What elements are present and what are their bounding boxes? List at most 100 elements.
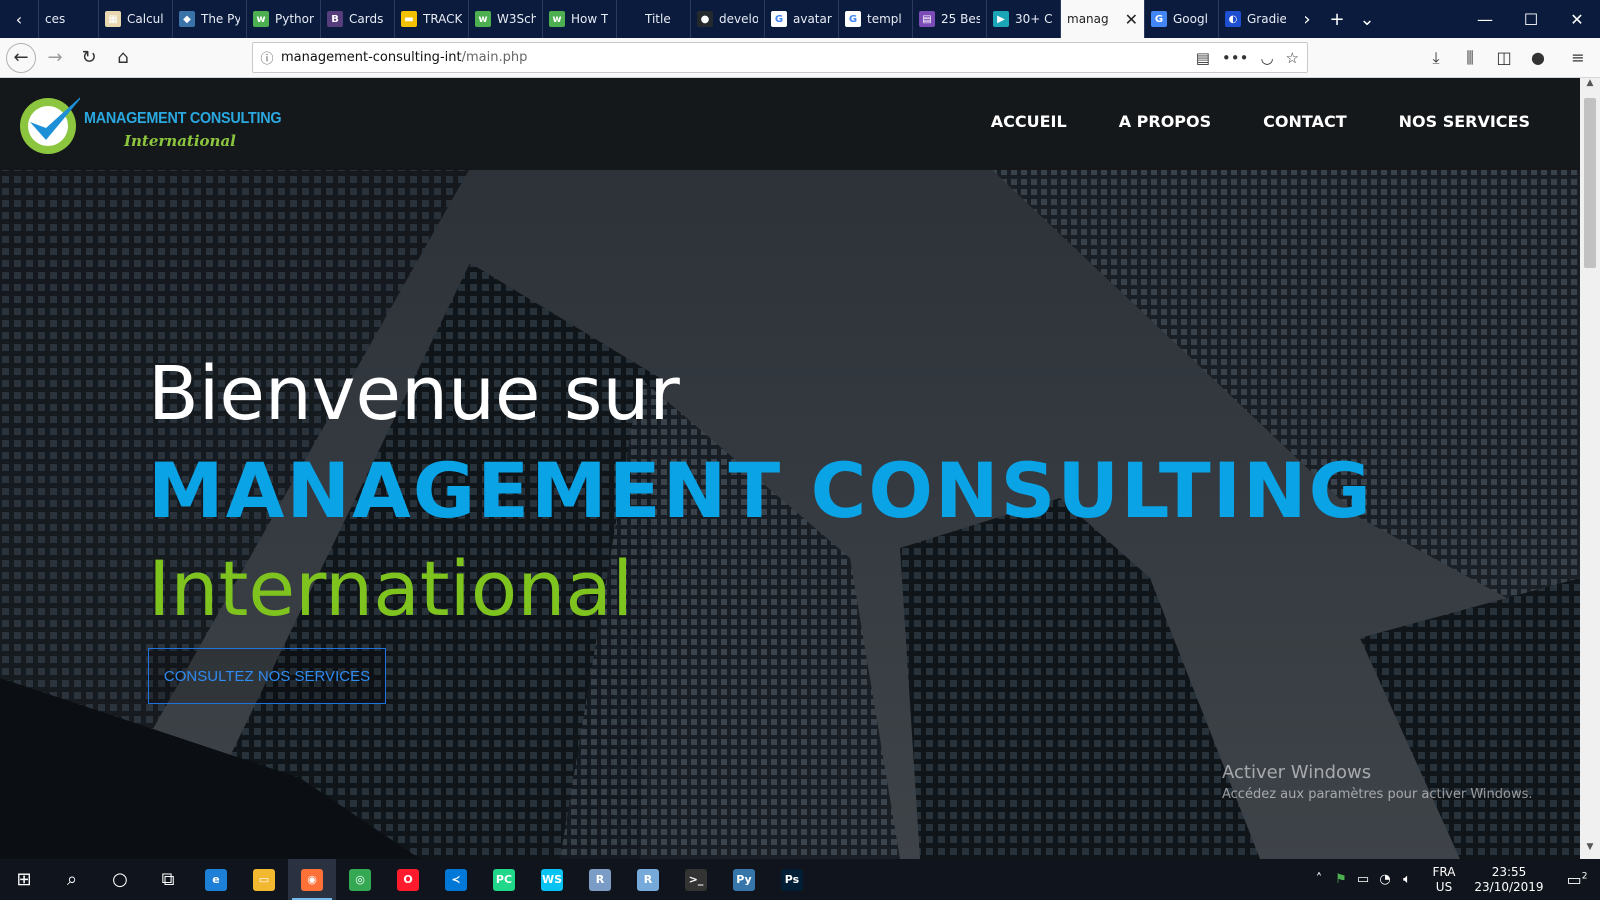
library-icon[interactable]: ⫼ <box>1458 48 1482 68</box>
tab-title: avatar <box>793 12 832 26</box>
tray-overflow-chevron-icon[interactable]: ˄ <box>1308 872 1330 887</box>
menu-item-nos-services[interactable]: NOS SERVICES <box>1399 112 1530 131</box>
search-icon[interactable]: ⌕ <box>48 859 96 900</box>
menu-hamburger-icon[interactable]: ≡ <box>1566 48 1590 67</box>
browser-tab[interactable]: ◐ Gradie <box>1218 0 1292 38</box>
page-scrollbar[interactable]: ▲ ▼ <box>1580 78 1600 859</box>
cortana-icon[interactable]: ○ <box>96 859 144 900</box>
tab-scroll-right-icon[interactable]: › <box>1292 0 1322 38</box>
explorer-taskbar-icon[interactable]: ▭ <box>240 859 288 900</box>
clock-time: 23:55 <box>1491 864 1527 879</box>
task-view-icon[interactable]: ⧉ <box>144 859 192 900</box>
browser-tab[interactable]: ▬ TRACK <box>394 0 468 38</box>
photoshop-taskbar-icon[interactable]: Ps <box>768 859 816 900</box>
url-host: management-consulting-int <box>281 50 462 65</box>
scroll-down-arrow-icon[interactable]: ▼ <box>1580 842 1600 859</box>
opera-taskbar-icon[interactable]: O <box>384 859 432 900</box>
tab-title: Title <box>645 12 671 26</box>
tab-list: ‹ ces ▦ Calcul ◆ The Py w Python B Cards ▬ TRACK w W3… <box>0 0 1292 38</box>
tab-title: 30+ C <box>1015 12 1053 26</box>
tab-title: templ <box>867 12 902 26</box>
photoshop-icon: Ps <box>781 868 803 891</box>
browser-tab[interactable]: ▦ Calcul <box>98 0 172 38</box>
r-taskbar-icon[interactable]: R <box>576 859 624 900</box>
flag-icon[interactable]: ⚑ <box>1330 872 1352 887</box>
browser-tab[interactable]: Title <box>616 0 690 38</box>
pocket-icon[interactable]: ◡ <box>1260 49 1273 67</box>
close-tab-icon[interactable]: ✕ <box>1125 10 1138 29</box>
new-tab-button[interactable]: + <box>1322 0 1352 38</box>
browser-tab[interactable]: B Cards <box>320 0 394 38</box>
vscode-taskbar-icon[interactable]: ≺ <box>432 859 480 900</box>
browser-tab[interactable]: w How T <box>542 0 616 38</box>
consult-services-button[interactable]: CONSULTEZ NOS SERVICES <box>148 648 386 704</box>
firefox-taskbar-icon[interactable]: ◉ <box>288 859 336 900</box>
volume-icon[interactable]: 🔈︎ <box>1396 872 1418 887</box>
browser-tab[interactable]: ◆ The Py <box>172 0 246 38</box>
menu-item-contact[interactable]: CONTACT <box>1263 112 1346 131</box>
list-tabs-chevron-icon[interactable]: ⌄ <box>1352 0 1382 38</box>
browser-tab[interactable]: w Python <box>246 0 320 38</box>
tab-favicon-icon: w <box>549 11 565 27</box>
tab-title: Googl <box>1173 12 1208 26</box>
page-actions-icon[interactable]: ••• <box>1222 49 1249 67</box>
browser-tab[interactable]: Gavatar <box>764 0 838 38</box>
browser-tab[interactable]: ▤ 25 Bes <box>912 0 986 38</box>
browser-tab[interactable]: ● develo <box>690 0 764 38</box>
address-bar[interactable]: ⓘ management-consulting-int/main.php ▤ •… <box>252 42 1308 73</box>
battery-icon[interactable]: ▭ <box>1352 872 1374 887</box>
chrome-taskbar-icon[interactable]: ◎ <box>336 859 384 900</box>
tab-title: Cards <box>349 12 384 26</box>
notification-center-icon[interactable]: ▭2 <box>1554 870 1600 889</box>
pycharm-taskbar-icon[interactable]: PC <box>480 859 528 900</box>
menu-item-accueil[interactable]: ACCUEIL <box>991 112 1067 131</box>
wifi-icon[interactable]: ◔ <box>1374 872 1396 887</box>
webstorm-taskbar-icon[interactable]: WS <box>528 859 576 900</box>
sidebar-icon[interactable]: ◫ <box>1492 48 1516 67</box>
forward-button[interactable]: → <box>40 43 70 73</box>
hero-international-line: International <box>148 544 634 633</box>
page-viewport: MANAGEMENT CONSULTING International ACCU… <box>0 78 1580 859</box>
menu-item-a-propos[interactable]: A PROPOS <box>1119 112 1211 131</box>
bookmark-star-icon[interactable]: ☆ <box>1286 49 1299 67</box>
reader-view-icon[interactable]: ▤ <box>1196 49 1210 67</box>
tab-scroll-left-icon[interactable]: ‹ <box>0 0 38 38</box>
home-button[interactable]: ⌂ <box>108 43 138 73</box>
maximize-button[interactable]: ☐ <box>1508 0 1554 38</box>
opera-icon: O <box>397 868 419 891</box>
account-icon[interactable]: ● <box>1526 48 1550 67</box>
site-logo[interactable]: MANAGEMENT CONSULTING International <box>16 88 306 160</box>
back-button[interactable]: ← <box>6 42 36 73</box>
scrollbar-thumb[interactable] <box>1584 98 1596 268</box>
terminal-taskbar-icon[interactable]: >_ <box>672 859 720 900</box>
edge-icon: e <box>205 868 227 891</box>
start-windows-icon[interactable]: ⊞ <box>0 859 48 900</box>
tab-active[interactable]: manag ✕ <box>1060 0 1144 38</box>
browser-tab[interactable]: Gtempl <box>838 0 912 38</box>
tab-title: The Py <box>201 12 240 26</box>
site-info-icon[interactable]: ⓘ <box>253 48 281 67</box>
minimize-button[interactable]: — <box>1462 0 1508 38</box>
close-window-button[interactable]: ✕ <box>1554 0 1600 38</box>
tab-favicon-icon: ◆ <box>179 11 195 27</box>
keyboard-layout: US <box>1435 879 1453 894</box>
tab-title: 25 Bes <box>941 12 980 26</box>
scroll-up-arrow-icon[interactable]: ▲ <box>1580 78 1600 95</box>
tab-title: W3Sch <box>497 12 536 26</box>
clock[interactable]: 23:55 23/10/2019 <box>1464 865 1554 895</box>
input-language[interactable]: FRA US <box>1424 865 1464 895</box>
tab-favicon-icon: G <box>771 11 787 27</box>
downloads-icon[interactable]: ⤓ <box>1424 48 1448 68</box>
edge-taskbar-icon[interactable]: e <box>192 859 240 900</box>
browser-tab[interactable]: ces <box>38 0 98 38</box>
browser-tab[interactable]: G Googl <box>1144 0 1218 38</box>
python-taskbar-icon[interactable]: Py <box>720 859 768 900</box>
rstudio-taskbar-icon[interactable]: R <box>624 859 672 900</box>
windows-activation-watermark: Activer Windows Accédez aux paramètres p… <box>1222 762 1533 802</box>
browser-tab[interactable]: ▶ 30+ C <box>986 0 1060 38</box>
reload-button[interactable]: ↻ <box>74 43 104 73</box>
browser-tab[interactable]: w W3Sch <box>468 0 542 38</box>
system-tray: ˄ ⚑ ▭ ◔ 🔈︎ FRA US 23:55 23/10/2019 ▭2 <box>1308 859 1600 900</box>
main-menu: ACCUEIL A PROPOS CONTACT NOS SERVICES <box>991 112 1530 131</box>
activation-title: Activer Windows <box>1222 762 1372 783</box>
